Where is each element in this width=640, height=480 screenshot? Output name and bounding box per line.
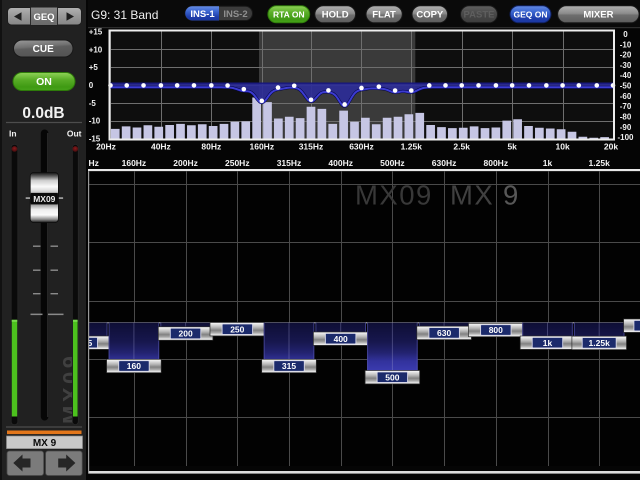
svg-text:800: 800: [489, 325, 503, 335]
svg-text:-40: -40: [620, 71, 632, 80]
svg-text:GEQ ON: GEQ ON: [513, 10, 547, 20]
svg-text:HOLD: HOLD: [322, 10, 349, 21]
svg-text:400Hz: 400Hz: [328, 158, 353, 168]
svg-text:-60: -60: [620, 92, 632, 101]
svg-text:20k: 20k: [604, 142, 618, 152]
svg-text:Out: Out: [67, 129, 82, 139]
svg-text:+15: +15: [89, 28, 103, 37]
svg-text:80Hz: 80Hz: [201, 142, 221, 152]
svg-text:9: 9: [503, 180, 518, 211]
svg-text:MX09: MX09: [59, 353, 84, 424]
svg-text:-10: -10: [620, 40, 632, 49]
svg-text:0: 0: [89, 81, 94, 90]
svg-text:+5: +5: [89, 63, 99, 72]
svg-text:-90: -90: [620, 123, 632, 132]
svg-text:INS-2: INS-2: [223, 9, 247, 20]
svg-text:0: 0: [623, 30, 628, 39]
svg-text:500Hz: 500Hz: [380, 158, 405, 168]
svg-text:RTA ON: RTA ON: [273, 10, 305, 20]
svg-text:630Hz: 630Hz: [349, 142, 374, 152]
svg-text:PASTE: PASTE: [464, 10, 495, 21]
svg-text:1k: 1k: [543, 158, 553, 168]
svg-text:In: In: [9, 129, 17, 139]
svg-text:-100: -100: [617, 133, 634, 142]
svg-text:315: 315: [282, 361, 296, 371]
svg-text:0.0dB: 0.0dB: [22, 105, 64, 122]
svg-text:315Hz: 315Hz: [299, 142, 324, 152]
svg-text:+10: +10: [89, 45, 103, 54]
svg-text:MX09: MX09: [355, 180, 433, 211]
svg-text:MX09: MX09: [33, 194, 55, 204]
svg-text:-80: -80: [620, 113, 632, 122]
svg-text:Hz: Hz: [89, 158, 99, 168]
svg-text:5k: 5k: [507, 142, 517, 152]
svg-text:160Hz: 160Hz: [122, 158, 147, 168]
svg-text:MX 9: MX 9: [33, 438, 57, 449]
svg-text:CUE: CUE: [33, 44, 54, 55]
svg-text:250Hz: 250Hz: [225, 158, 250, 168]
svg-text:1k: 1k: [543, 338, 553, 348]
svg-text:1.25k: 1.25k: [589, 158, 611, 168]
svg-text:10k: 10k: [556, 142, 570, 152]
svg-text:160Hz: 160Hz: [250, 142, 275, 152]
svg-text:-10: -10: [89, 117, 101, 126]
svg-text:1.25k: 1.25k: [401, 142, 423, 152]
svg-text:-20: -20: [620, 51, 632, 60]
svg-text:MIXER: MIXER: [583, 10, 613, 21]
svg-text:250: 250: [230, 324, 244, 334]
svg-text:FLAT: FLAT: [372, 10, 396, 21]
svg-text:-30: -30: [620, 61, 632, 70]
svg-text:COPY: COPY: [416, 10, 444, 21]
svg-text:G9: 31 Band: G9: 31 Band: [91, 8, 158, 22]
svg-text:400: 400: [334, 334, 348, 344]
svg-text:40Hz: 40Hz: [151, 142, 171, 152]
svg-text:200: 200: [179, 329, 193, 339]
svg-text:-70: -70: [620, 102, 632, 111]
svg-text:800Hz: 800Hz: [484, 158, 509, 168]
svg-text:2.5k: 2.5k: [453, 142, 470, 152]
svg-text:630: 630: [437, 328, 451, 338]
svg-text:200Hz: 200Hz: [173, 158, 198, 168]
svg-text:630Hz: 630Hz: [432, 158, 457, 168]
svg-text:500: 500: [385, 372, 399, 382]
svg-text:MX: MX: [450, 180, 494, 211]
svg-text:-5: -5: [89, 99, 97, 108]
svg-text:GEQ: GEQ: [33, 12, 54, 23]
svg-text:1.25k: 1.25k: [589, 338, 611, 348]
svg-text:-50: -50: [620, 82, 632, 91]
svg-text:ON: ON: [36, 76, 52, 88]
svg-text:20Hz: 20Hz: [96, 142, 116, 152]
svg-text:INS-1: INS-1: [190, 9, 215, 20]
svg-text:160: 160: [127, 361, 141, 371]
svg-text:315Hz: 315Hz: [277, 158, 302, 168]
